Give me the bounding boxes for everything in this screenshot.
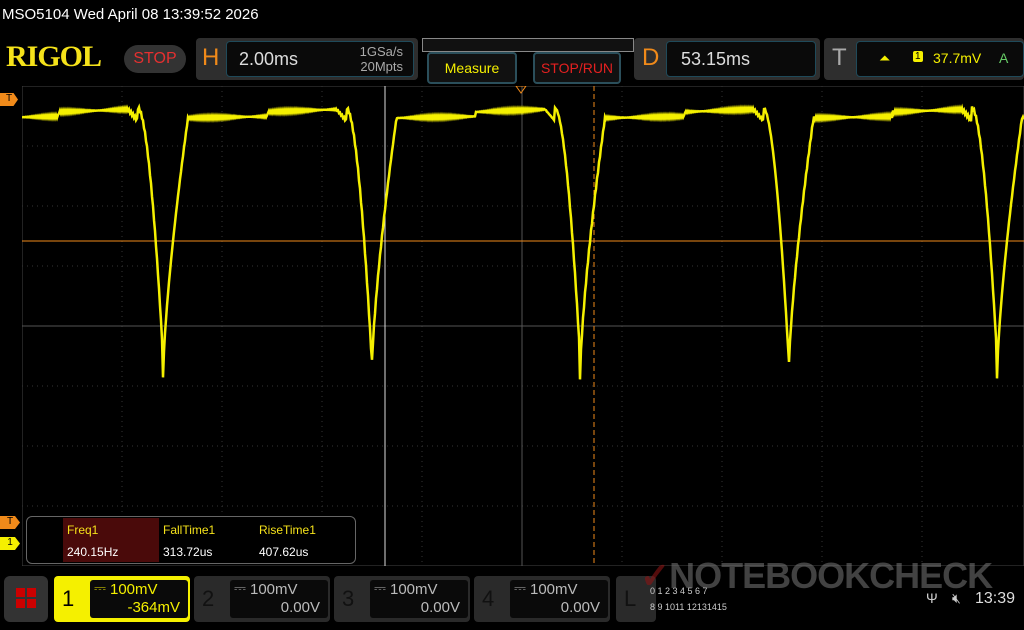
trigger-readout: ⏶ 1 37.7mV A — [856, 41, 1024, 77]
measurement-value: 240.15Hz — [67, 545, 119, 559]
channel-number: 3 — [342, 586, 355, 611]
delay-readout: 53.15ms — [666, 41, 816, 77]
dc-coupling-icon: ⎓ — [514, 580, 526, 597]
trigger-position-indicator — [515, 86, 527, 94]
mute-icon[interactable]: 🔇︎ — [952, 590, 961, 607]
channel-4-button[interactable]: 4 ⎓ 100mV 0.00V — [474, 576, 610, 622]
memory-depth: 20Mpts — [360, 59, 403, 74]
channel-offset: -364mV — [127, 599, 180, 616]
channel-number: 2 — [202, 586, 215, 611]
window-title: MSO5104 Wed April 08 13:39:52 2026 — [2, 6, 259, 23]
stop-run-button[interactable]: STOP/RUN — [533, 52, 621, 84]
measurement-value: 407.62us — [259, 545, 309, 559]
channel-scale: 100mV — [250, 581, 298, 598]
trigger-level: 37.7mV — [933, 50, 982, 66]
measure-button[interactable]: Measure — [427, 52, 517, 84]
rigol-logo: RIGOL — [6, 40, 102, 73]
horizontal-panel[interactable]: H 2.00ms 1GSa/s 20Mpts — [196, 38, 418, 80]
channel1-trace — [22, 103, 1024, 380]
measurement-value: 313.72us — [163, 545, 213, 559]
logic-bits-row2: 8 9 1011 12131415 — [650, 602, 727, 612]
channel-1-button[interactable]: 1 ⎓ 100mV -364mV — [54, 576, 190, 622]
rising-edge-icon: ⏶ — [879, 50, 891, 66]
channel-offset: 0.00V — [280, 599, 320, 616]
channel-scale: 100mV — [390, 581, 438, 598]
horizontal-label: H — [202, 44, 220, 71]
channel-scale: 100mV — [530, 581, 578, 598]
measurement-name: RiseTime1 — [259, 523, 316, 537]
trigger-level-marker[interactable]: T — [0, 516, 20, 529]
measurement-name: FallTime1 — [163, 523, 216, 537]
horizontal-readout: 2.00ms 1GSa/s 20Mpts — [226, 41, 414, 77]
waveform-display[interactable] — [22, 86, 1024, 566]
delay-value: 53.15ms — [681, 49, 751, 69]
channel-settings: ⎓ 100mV 0.00V — [510, 580, 608, 618]
run-state-badge[interactable]: STOP — [124, 45, 186, 73]
grid-icon — [16, 588, 25, 597]
trigger-panel[interactable]: T ⏶ 1 37.7mV A — [824, 38, 1024, 80]
trigger-label: T — [832, 44, 847, 71]
trigger-mode: A — [999, 50, 1009, 66]
usb-icon: Ψ — [926, 590, 938, 606]
logic-label: L — [624, 586, 637, 611]
menu-button[interactable] — [4, 576, 48, 622]
measurement-name: Freq1 — [67, 523, 99, 537]
delay-panel[interactable]: D 53.15ms — [634, 38, 820, 80]
dc-coupling-icon: ⎓ — [234, 580, 246, 597]
watermark: ✓NOTEBOOKCHECK — [640, 555, 993, 596]
channel-number: 1 — [62, 586, 75, 611]
channel-scale: 100mV — [110, 581, 158, 598]
channel-2-button[interactable]: 2 ⎓ 100mV 0.00V — [194, 576, 330, 622]
clock: 13:39 — [975, 590, 1016, 607]
channel-number: 4 — [482, 586, 495, 611]
channel-settings: ⎓ 100mV -364mV — [90, 580, 188, 618]
channel-offset: 0.00V — [420, 599, 460, 616]
channel1-offset-marker[interactable]: 1 — [0, 537, 20, 550]
sample-rate: 1GSa/s — [359, 44, 403, 59]
dc-coupling-icon: ⎓ — [94, 580, 106, 597]
channel-settings: ⎓ 100mV 0.00V — [370, 580, 468, 618]
channel-3-button[interactable]: 3 ⎓ 100mV 0.00V — [334, 576, 470, 622]
trigger-position-marker[interactable]: T — [0, 93, 18, 106]
trigger-source: 1 — [913, 51, 923, 62]
watermark-text: NOTEBOOKCHECK — [669, 555, 993, 596]
channel-settings: ⎓ 100mV 0.00V — [230, 580, 328, 618]
timebase: 2.00ms — [239, 49, 299, 69]
dc-coupling-icon: ⎓ — [374, 580, 386, 597]
channel-offset: 0.00V — [560, 599, 600, 616]
delay-label: D — [642, 44, 660, 71]
measurement-panel: Freq1 240.15Hz FallTime1 313.72us RiseTime1 4… — [26, 516, 356, 564]
memory-overview[interactable] — [422, 38, 634, 52]
